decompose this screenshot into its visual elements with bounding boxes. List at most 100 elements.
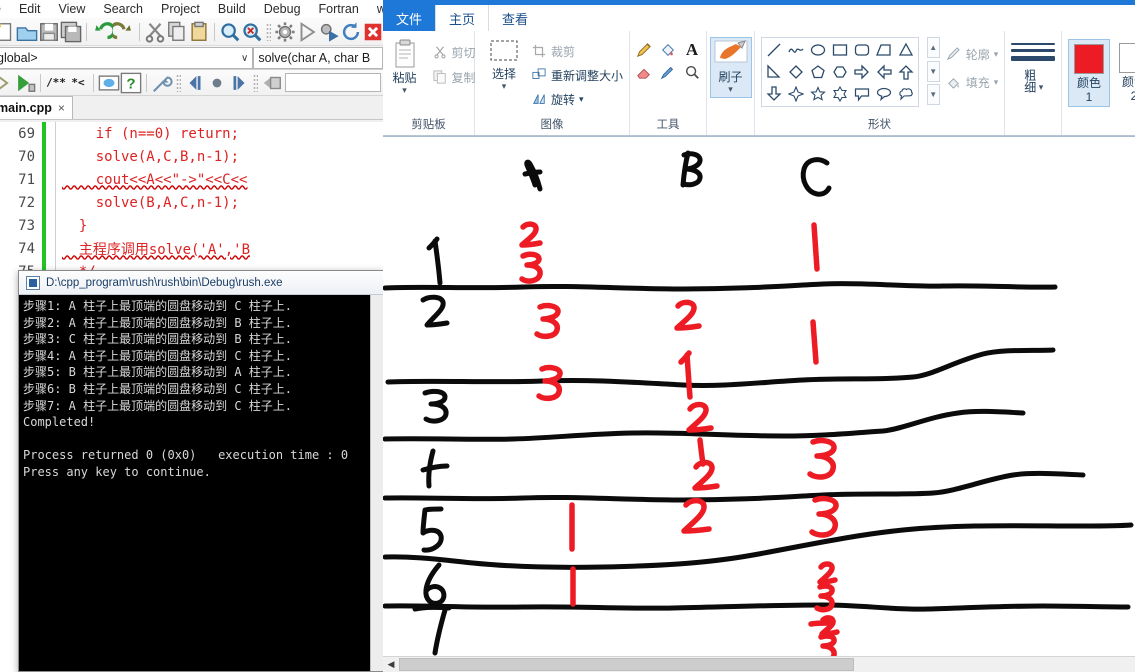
crop-button[interactable]: 裁剪 [531,40,623,62]
run-to-cursor-icon[interactable] [0,72,14,94]
thickness-preview[interactable] [1011,37,1055,61]
symbol-browser-icon[interactable] [261,72,283,94]
fold-margin[interactable] [46,191,56,214]
shape-oval[interactable] [807,39,829,61]
scroll-left-icon[interactable]: ◀ [383,657,399,672]
pencil-tool-icon[interactable] [636,42,652,58]
scope-selector[interactable]: global> ∨ [0,47,254,69]
menu-item-view[interactable]: View [50,0,95,18]
uncomment-block-icon[interactable]: *< [67,72,89,94]
outline-dropdown-caret[interactable]: ▾ [994,49,999,60]
color-picker-tool-icon[interactable] [660,64,676,80]
brushes-dropdown-caret[interactable]: ▾ [728,84,733,95]
menu-item-fortran[interactable]: Fortran [310,0,368,18]
rotate-button[interactable]: 旋转 ▾ [531,88,623,110]
redo-icon[interactable] [113,21,135,43]
tab-view[interactable]: 查看 [489,5,541,31]
shape-pentagon[interactable] [807,61,829,83]
debug-continue-icon[interactable] [14,72,36,94]
shape-right-arrow[interactable] [851,61,873,83]
build-and-run-icon[interactable] [318,21,340,43]
shape-rounded-rectangle[interactable] [851,39,873,61]
close-icon[interactable]: × [58,101,65,115]
shape-cloud-callout[interactable] [895,83,917,105]
replace-icon[interactable] [241,21,263,43]
scroll-thumb[interactable] [399,658,854,671]
settings-wrench-icon[interactable] [151,72,173,94]
fold-margin[interactable] [46,122,56,145]
new-file-icon[interactable] [0,21,16,43]
brushes-button[interactable]: 刷子 ▾ [709,37,752,98]
shape-oval-callout[interactable] [873,83,895,105]
shape-rectangle[interactable] [829,39,851,61]
fold-margin[interactable] [46,168,56,191]
toolbar-grip[interactable] [176,73,181,92]
outline-button[interactable]: 轮廓 ▾ [946,43,999,65]
eraser-tool-icon[interactable] [636,64,652,80]
console-scrollbar[interactable] [370,295,383,671]
shape-gallery-scroll[interactable]: ▲ ▼ ▼ [926,37,940,105]
shape-left-arrow[interactable] [873,61,895,83]
fold-margin[interactable] [46,145,56,168]
canvas-horizontal-scrollbar[interactable]: ◀ [383,656,1135,672]
thickness-dropdown-caret[interactable]: ▾ [1039,82,1044,93]
fill-dropdown-caret[interactable]: ▾ [994,77,999,88]
console-window[interactable]: D:\cpp_program\rush\rush\bin\Debug\rush.… [18,270,384,672]
magnifier-tool-icon[interactable] [684,64,700,80]
comment-block-icon[interactable]: /** [45,72,67,94]
color2-button[interactable]: 颜色 2 [1114,39,1135,105]
tab-main-cpp[interactable]: main.cpp × [0,96,73,119]
menu-item-debug[interactable]: Debug [255,0,310,18]
menu-item-build[interactable]: Build [209,0,255,18]
shape-four-point-star[interactable] [785,83,807,105]
select-dropdown-caret[interactable]: ▾ [502,81,507,92]
menu-item-wxsmith[interactable]: wxSm [368,0,383,18]
shape-line[interactable] [763,39,785,61]
function-selector[interactable]: solve(char A, char B [253,47,383,69]
toolbar-grip[interactable] [266,22,271,41]
shape-up-arrow[interactable] [895,61,917,83]
debugger-window-icon[interactable] [98,72,120,94]
shape-right-triangle[interactable] [763,61,785,83]
shape-gallery-expand-icon[interactable]: ▼ [926,84,940,105]
console-title-bar[interactable]: D:\cpp_program\rush\rush\bin\Debug\rush.… [19,271,383,295]
shape-five-point-star[interactable] [807,83,829,105]
fold-margin[interactable] [46,237,56,260]
save-all-icon[interactable] [60,21,82,43]
shape-curve[interactable] [785,39,807,61]
fill-bucket-tool-icon[interactable] [660,42,676,58]
tab-home[interactable]: 主页 [435,5,490,31]
menu-item-edit[interactable]: Edit [10,0,50,18]
tab-file[interactable]: 文件 [383,5,436,31]
fill-button[interactable]: 填充 ▾ [946,71,999,93]
shape-down-arrow[interactable] [763,83,785,105]
copy-button[interactable]: 复制 [432,66,476,88]
copy-icon[interactable] [166,21,188,43]
shape-scroll-down-icon[interactable]: ▼ [926,60,940,82]
paint-canvas[interactable] [383,136,1135,656]
shape-rounded-callout[interactable] [851,83,873,105]
cut-button[interactable]: 剪切 [432,41,476,63]
shape-triangle[interactable] [895,39,917,61]
find-icon[interactable] [219,21,241,43]
save-icon[interactable] [38,21,60,43]
toolbar-grip[interactable] [253,73,258,92]
color1-swatch[interactable] [1074,44,1104,74]
resize-button[interactable]: 重新调整大小 [531,64,623,86]
nav-stop-icon[interactable] [206,72,228,94]
shape-diamond[interactable] [785,61,807,83]
undo-icon[interactable] [91,21,113,43]
search-input[interactable] [285,73,381,92]
rebuild-icon[interactable] [340,21,362,43]
nav-back-icon[interactable] [184,72,206,94]
shape-scroll-up-icon[interactable]: ▲ [926,37,940,58]
menu-item-search[interactable]: Search [94,0,152,18]
nav-forward-icon[interactable] [228,72,250,94]
build-gear-icon[interactable] [274,21,296,43]
paste-dropdown-caret[interactable]: ▾ [402,85,407,96]
fold-margin[interactable] [46,214,56,237]
help-icon[interactable]: ? [120,72,142,94]
shape-hexagon[interactable] [829,61,851,83]
abort-icon[interactable] [362,21,383,43]
text-tool-icon[interactable]: A [684,40,700,59]
